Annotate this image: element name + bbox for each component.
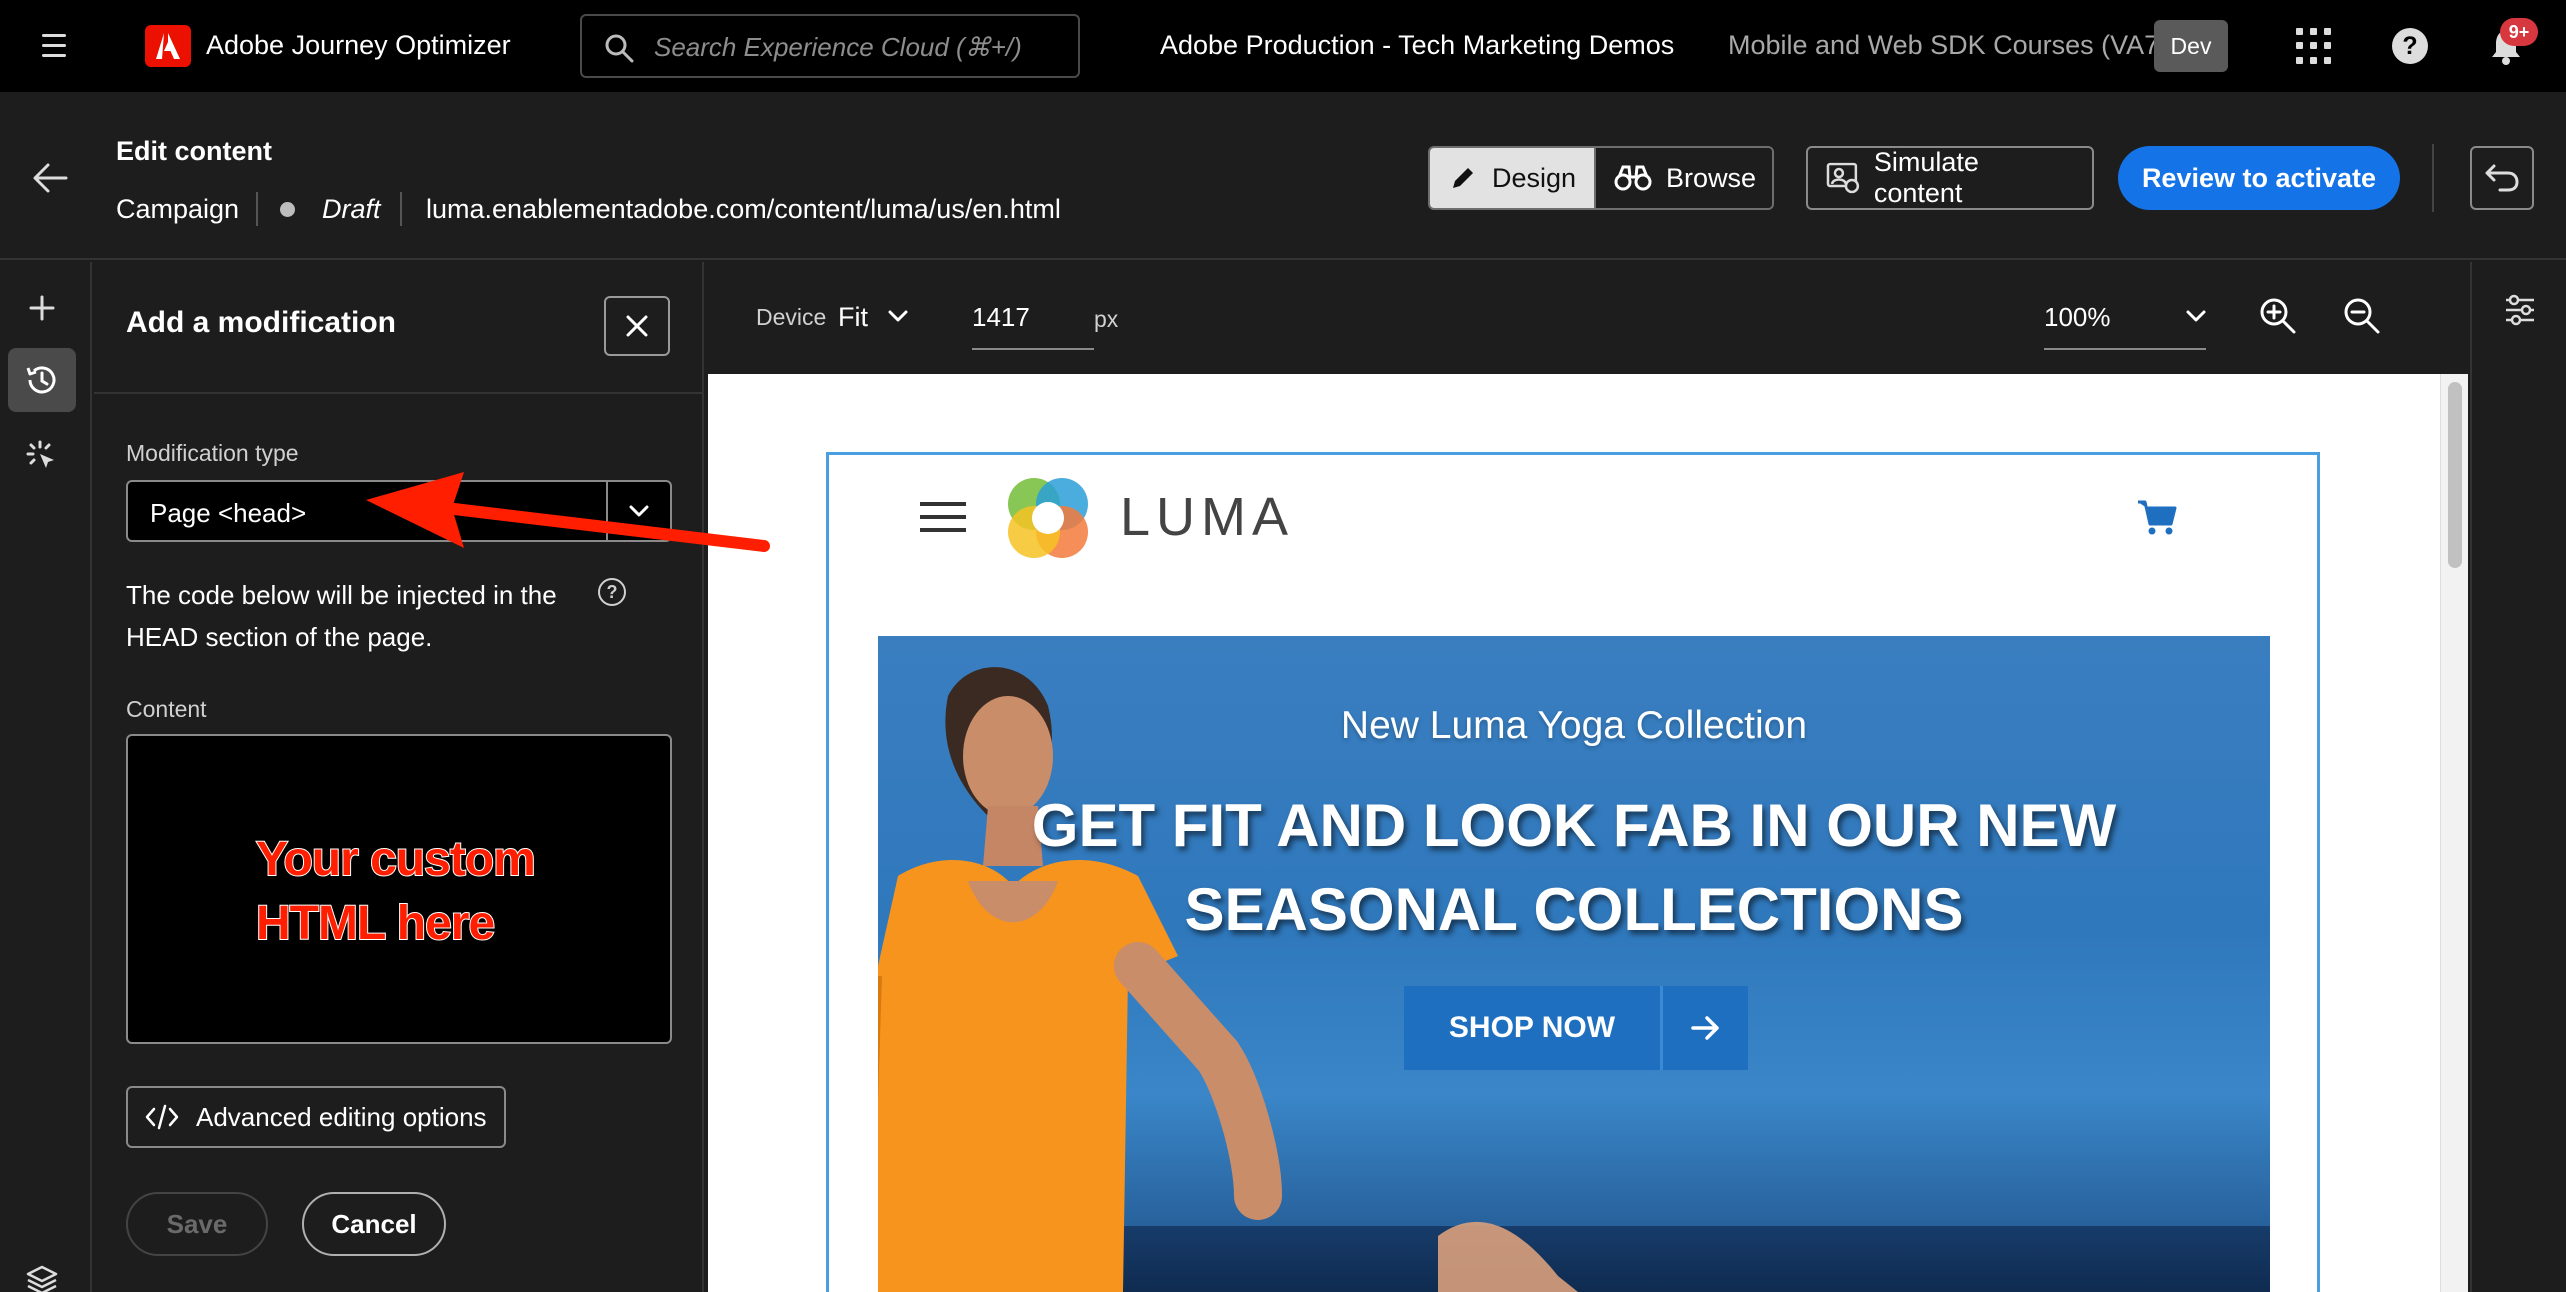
hero-banner[interactable]: New Luma Yoga Collection GET FIT AND LOO… bbox=[878, 636, 2270, 1292]
layers-icon[interactable] bbox=[8, 1248, 76, 1292]
close-icon bbox=[626, 315, 648, 337]
modification-type-label: Modification type bbox=[126, 440, 299, 466]
add-icon[interactable] bbox=[8, 276, 76, 340]
advanced-editing-button[interactable]: Advanced editing options bbox=[126, 1086, 506, 1148]
zoom-in-icon[interactable] bbox=[2258, 296, 2298, 336]
code-editor[interactable]: Your custom HTML here bbox=[126, 734, 672, 1044]
review-to-activate-button[interactable]: Review to activate bbox=[2118, 146, 2400, 210]
divider bbox=[256, 192, 258, 226]
app-title[interactable]: Adobe Journey Optimizer bbox=[206, 30, 511, 61]
search-input[interactable]: Search Experience Cloud (⌘+/) bbox=[580, 14, 1080, 78]
annotation-arrow-icon bbox=[366, 472, 770, 552]
global-nav: Adobe Journey Optimizer Search Experienc… bbox=[0, 0, 2566, 92]
width-input-underline bbox=[972, 348, 1094, 350]
undo-button[interactable] bbox=[2470, 146, 2534, 210]
zoom-out-icon[interactable] bbox=[2342, 296, 2382, 336]
design-mode-label: Design bbox=[1492, 162, 1577, 193]
chevron-down-icon[interactable] bbox=[886, 306, 910, 326]
scrollbar-thumb[interactable] bbox=[2448, 382, 2462, 568]
browse-mode-button[interactable]: Browse bbox=[1594, 148, 1772, 208]
width-input[interactable]: 1417 bbox=[972, 302, 1030, 333]
advanced-editing-label: Advanced editing options bbox=[196, 1101, 487, 1132]
site-brand: LUMA bbox=[1120, 487, 1295, 547]
hero-eyebrow: New Luma Yoga Collection bbox=[1340, 704, 1808, 747]
simulate-content-button[interactable]: Simulate content bbox=[1806, 146, 2094, 210]
browse-mode-label: Browse bbox=[1666, 162, 1757, 193]
undo-icon bbox=[2485, 164, 2519, 192]
search-icon bbox=[605, 34, 634, 63]
zoom-select-underline bbox=[2044, 348, 2206, 350]
device-label: Device bbox=[756, 304, 827, 330]
status-dot-icon bbox=[280, 202, 295, 217]
panel-title: Add a modification bbox=[126, 306, 396, 339]
preview-scrollbar[interactable] bbox=[2440, 374, 2468, 1292]
right-toolbar bbox=[2470, 262, 2566, 1292]
environment-badge[interactable]: Dev bbox=[2154, 20, 2228, 72]
properties-icon[interactable] bbox=[2502, 292, 2538, 328]
hero-headline: GET FIT AND LOOK FAB IN OUR NEW SEASONAL… bbox=[1031, 792, 2117, 943]
element-select-icon[interactable] bbox=[8, 424, 76, 488]
binoculars-icon bbox=[1614, 165, 1652, 191]
search-placeholder: Search Experience Cloud (⌘+/) bbox=[654, 32, 1022, 62]
help-icon[interactable]: ? bbox=[598, 578, 626, 606]
canvas-toolbar: Device Fit 1417 px 100% bbox=[706, 262, 2470, 374]
divider bbox=[2432, 144, 2434, 212]
site-menu-icon[interactable] bbox=[920, 502, 966, 532]
custom-html-annotation: Your custom HTML here bbox=[255, 832, 537, 951]
pencil-icon bbox=[1453, 168, 1473, 188]
editor-header: Edit content Campaign Draft luma.enablem… bbox=[0, 92, 2566, 260]
code-icon bbox=[145, 1104, 179, 1130]
chevron-down-icon[interactable] bbox=[2184, 306, 2208, 326]
hamburger-menu-icon[interactable] bbox=[38, 30, 74, 62]
design-mode-button[interactable]: Design bbox=[1430, 148, 1595, 208]
left-toolbar bbox=[0, 262, 92, 1292]
save-button[interactable]: Save bbox=[126, 1192, 268, 1256]
close-panel-button[interactable] bbox=[604, 296, 670, 356]
divider bbox=[94, 392, 704, 394]
shop-now-label: SHOP NOW bbox=[1448, 1011, 1616, 1044]
status-label: Draft bbox=[322, 194, 381, 224]
page-url: luma.enablementadobe.com/content/luma/us… bbox=[426, 194, 1061, 224]
page-title: Edit content bbox=[116, 136, 272, 166]
content-label: Content bbox=[126, 696, 207, 722]
cart-icon[interactable] bbox=[2136, 498, 2178, 536]
page-preview[interactable]: LUMA New Luma Yoga Collection GET FIT AN… bbox=[708, 374, 2468, 1292]
cancel-button[interactable]: Cancel bbox=[302, 1192, 446, 1256]
arrow-right-icon bbox=[1660, 986, 1748, 1070]
injection-hint: The code below will be injected in the H… bbox=[126, 580, 557, 652]
org-switcher[interactable]: Adobe Production - Tech Marketing Demos bbox=[1160, 30, 1674, 61]
adobe-logo-icon[interactable] bbox=[145, 25, 191, 67]
divider bbox=[400, 192, 402, 226]
zoom-select[interactable]: 100% bbox=[2044, 302, 2111, 333]
shop-now-button[interactable]: SHOP NOW bbox=[1404, 986, 1748, 1070]
help-icon[interactable]: ? bbox=[2392, 28, 2428, 64]
simulate-content-label: Simulate content bbox=[1873, 147, 1979, 208]
luma-logo-icon bbox=[1008, 478, 1088, 558]
campaign-type: Campaign bbox=[116, 194, 240, 224]
apps-grid-icon[interactable] bbox=[2296, 28, 2332, 64]
history-icon[interactable] bbox=[8, 348, 76, 412]
back-arrow-icon[interactable] bbox=[30, 160, 70, 196]
modification-type-value: Page <head> bbox=[150, 498, 307, 528]
width-unit: px bbox=[1094, 306, 1119, 332]
sandbox-switcher[interactable]: Mobile and Web SDK Courses (VA7) bbox=[1728, 30, 2168, 61]
simulate-icon bbox=[1826, 162, 1860, 194]
editor-mode-toggle: Design Browse bbox=[1428, 146, 1774, 210]
modification-panel: Add a modification Modification type Pag… bbox=[94, 262, 704, 1292]
device-select[interactable]: Fit bbox=[838, 302, 868, 333]
notification-badge: 9+ bbox=[2500, 18, 2538, 46]
